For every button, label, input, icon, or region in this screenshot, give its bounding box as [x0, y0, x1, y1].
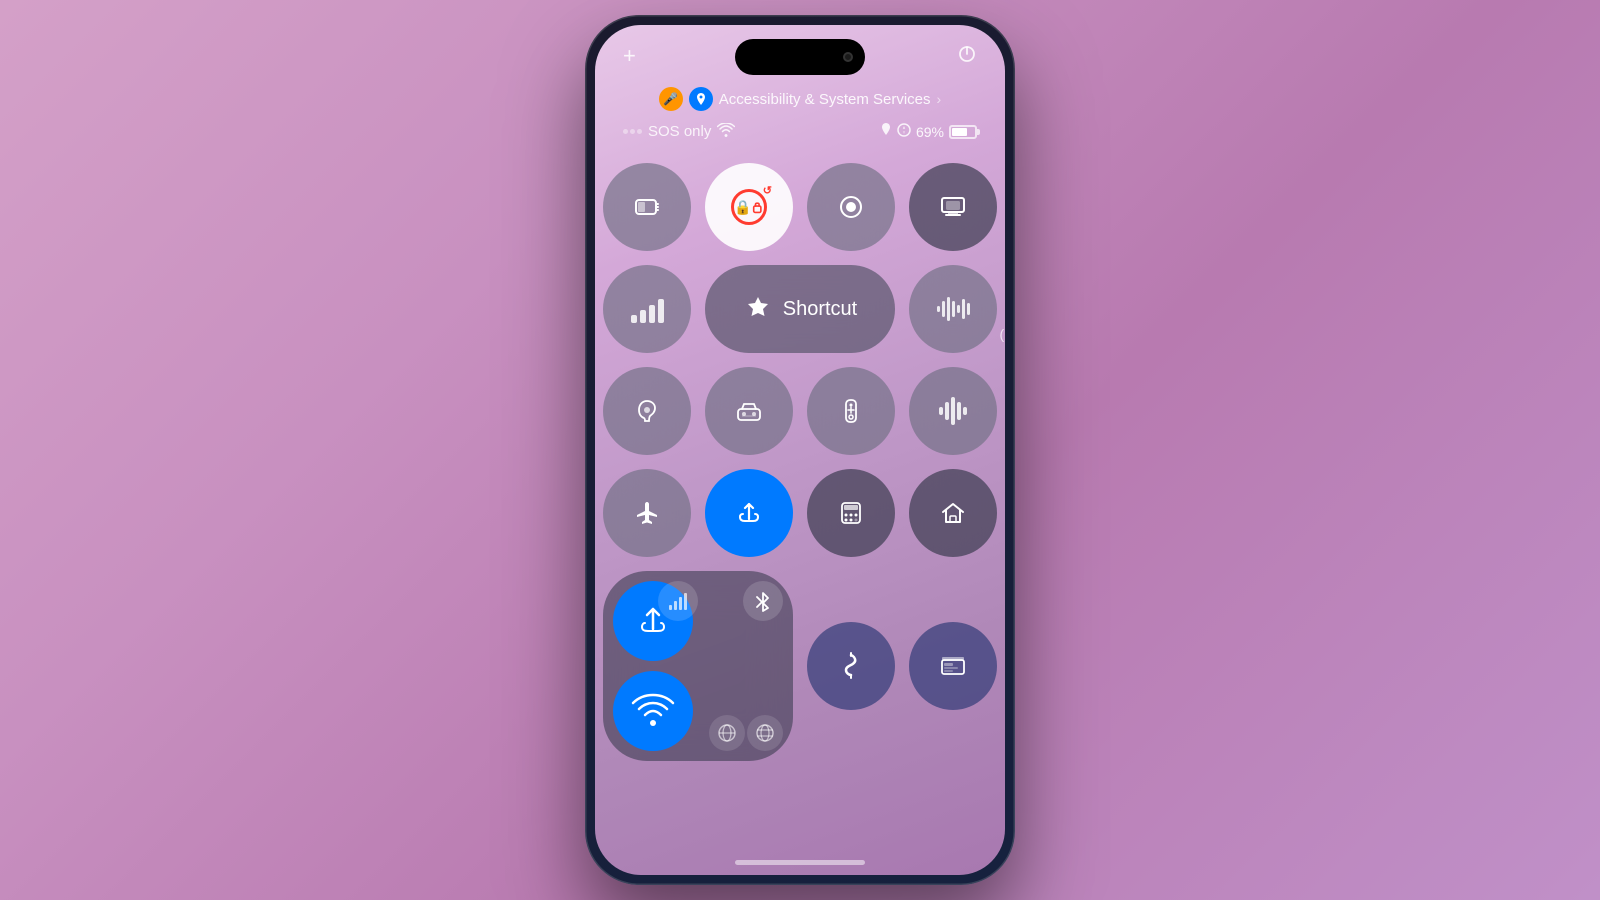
breadcrumb-text: Accessibility & System Services	[719, 91, 931, 108]
wifi-status-icon	[717, 123, 735, 140]
sound-wave-icon	[937, 297, 970, 321]
phone-screen: + 🎤 Accessibility & System Services ›	[595, 25, 1005, 875]
signal-widget: ((•))	[999, 326, 1005, 342]
signal-dots	[623, 129, 642, 134]
battery-saver-button[interactable]	[603, 163, 691, 251]
remote-button[interactable]	[807, 367, 895, 455]
controls-row-5	[615, 571, 985, 761]
wifi-large-button[interactable]	[613, 671, 693, 751]
home-indicator	[735, 860, 865, 865]
phone-frame: + 🎤 Accessibility & System Services ›	[585, 15, 1015, 885]
hearing-button[interactable]	[603, 367, 691, 455]
bluetooth-button[interactable]	[743, 581, 783, 621]
battery-percentage: 69%	[916, 124, 944, 140]
vpn-button[interactable]	[709, 715, 745, 751]
status-left: SOS only	[623, 123, 735, 140]
island-camera-dot	[843, 52, 853, 62]
screen-record-button[interactable]	[807, 163, 895, 251]
sound-recognition-button[interactable]	[909, 367, 997, 455]
signal-bars-icon	[631, 295, 664, 323]
auto-brightness-button[interactable]	[705, 367, 793, 455]
screen-mirror-button[interactable]	[909, 163, 997, 251]
status-right: 69%	[880, 123, 977, 140]
signal-button[interactable]	[603, 265, 691, 353]
controls-area: ↺	[615, 163, 985, 775]
wallet-button[interactable]	[909, 622, 997, 710]
keyboard-button[interactable]	[909, 265, 997, 353]
sound-recognition-icon	[939, 397, 967, 425]
cell-signal-button[interactable]	[658, 581, 698, 621]
compass-icon	[897, 123, 911, 140]
shortcut-button[interactable]: Shortcut	[705, 265, 895, 353]
home-button[interactable]	[909, 469, 997, 557]
controls-row-3	[615, 367, 985, 455]
side-widgets: ♥ ((•)) ⌂ ♪	[999, 285, 1005, 417]
mic-icon: 🎤	[659, 87, 683, 111]
power-button[interactable]	[957, 44, 977, 69]
airplane-button[interactable]	[603, 469, 691, 557]
rotation-lock-icon: ↺	[731, 189, 767, 225]
location-status-icon	[880, 123, 892, 140]
location-icon	[689, 87, 713, 111]
connectivity-group	[603, 571, 793, 761]
globe-button[interactable]	[747, 715, 783, 751]
breadcrumb[interactable]: 🎤 Accessibility & System Services ›	[595, 87, 1005, 111]
add-button[interactable]: +	[623, 43, 636, 69]
sos-label: SOS only	[648, 123, 711, 140]
battery-icon	[949, 125, 977, 139]
calculator-button[interactable]	[807, 469, 895, 557]
controls-row-2: Shortcut	[615, 265, 985, 353]
cash-app-button[interactable]	[807, 622, 895, 710]
airdrop-button[interactable]	[705, 469, 793, 557]
battery-fill	[952, 128, 967, 136]
breadcrumb-chevron: ›	[937, 91, 942, 107]
status-bar: SOS only	[595, 123, 1005, 140]
shortcut-label: Shortcut	[783, 298, 857, 321]
rotation-lock-button[interactable]: ↺	[705, 163, 793, 251]
dynamic-island	[735, 39, 865, 75]
controls-row-4	[615, 469, 985, 557]
controls-row-1: ↺	[615, 163, 985, 251]
